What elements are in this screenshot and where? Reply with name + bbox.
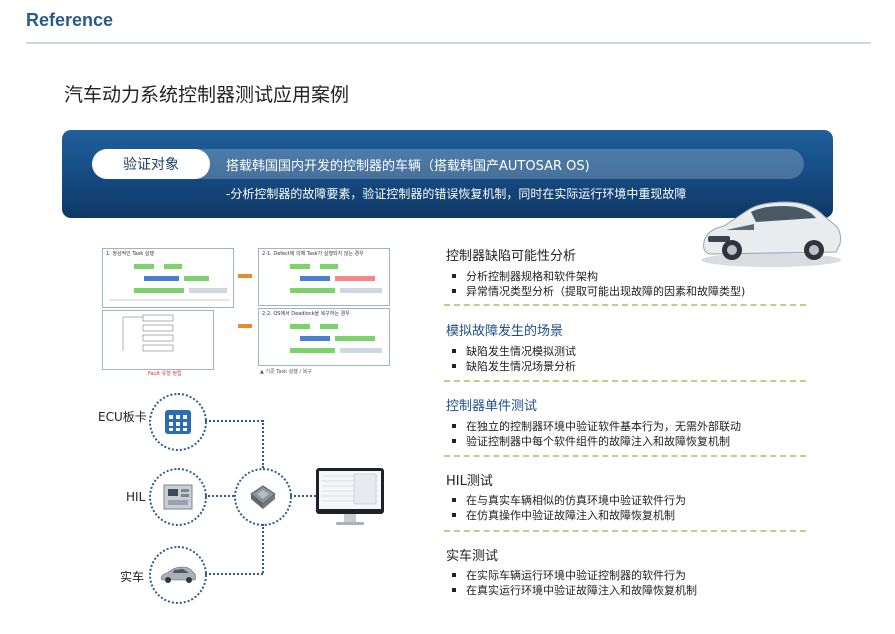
list-item: 缺陷发生情况模拟测试 (452, 343, 576, 359)
header-divider (26, 42, 871, 44)
deadlock-timeline (290, 324, 382, 353)
hil-node (149, 468, 207, 526)
list-item: 缺陷发生情况场景分析 (452, 358, 576, 374)
bullet-icon (452, 573, 456, 577)
defect-caption: 2-1. Defect에 의해 Task가 실행되지 않는 경우 (262, 251, 364, 257)
section-title-hil-test: HIL测试 (446, 474, 493, 489)
section-title-vehicle-test: 实车测试 (446, 549, 499, 564)
hil-label: HIL (126, 490, 146, 504)
section-title-fault-scenario: 模拟故障发生的场景 (446, 324, 564, 339)
normal-task-timeline (109, 264, 229, 301)
connector-line (205, 420, 263, 422)
arrow-icon (238, 324, 252, 328)
section-divider (444, 530, 806, 532)
list-item: 在真实运行环境中验证故障注入和故障恢复机制 (452, 582, 697, 598)
deadlock-recovery-panel: 2-2. OS에서 Deadlock을 복구하는 경우 (258, 308, 390, 366)
hil-rack-icon (163, 484, 193, 510)
bullet-icon (452, 439, 456, 443)
fault-type-tree (122, 314, 174, 352)
real-vehicle-label: 实车 (120, 570, 145, 584)
list-item: 在实际车辆运行环境中验证控制器的软件行为 (452, 567, 686, 583)
bullet-icon (452, 349, 456, 353)
section-divider (444, 304, 806, 306)
banner-main-text: 搭载韩国国内开发的控制器的车辆（搭载韩国产AUTOSAR OS) (226, 159, 590, 174)
verification-target-pill: 验证对象 (92, 149, 210, 179)
list-item: 异常情况类型分析（提取可能出现故障的因素和故障类型) (452, 283, 745, 299)
list-item: 验证控制器中每个软件组件的故障注入和故障恢复机制 (452, 433, 730, 449)
bullet-icon (452, 513, 456, 517)
bullet-icon (452, 424, 456, 428)
normal-task-caption: 1. 정상적인 Task 실행 (106, 251, 154, 257)
list-item: 在独立的控制器环境中验证软件基本行为，无需外部联动 (452, 418, 741, 434)
connector-line (290, 495, 316, 497)
list-item: 分析控制器规格和软件架构 (452, 268, 598, 284)
list-item: 在仿真操作中验证故障注入和故障恢复机制 (452, 507, 675, 523)
fault-type-panel (102, 310, 214, 370)
ecu-board-icon (165, 410, 191, 434)
defect-timeline (290, 264, 382, 293)
car-icon (160, 566, 196, 583)
bullet-icon (452, 289, 456, 293)
bullet-icon (452, 274, 456, 278)
diagram-legend: ▲ 기준 Task 실행 / 복구 (260, 369, 312, 375)
controller-chip-icon (250, 485, 276, 509)
connector-line (262, 420, 264, 468)
pc-monitor-icon (316, 468, 384, 525)
normal-task-panel: 1. 정상적인 Task 실행 (102, 248, 234, 308)
banner-sub-text: -分析控制器的故障要素，验证控制器的错误恢复机制，同时在实际运行环境中重现故障 (226, 187, 687, 201)
page-title: 汽车动力系统控制器测试应用案例 (64, 84, 350, 106)
section-divider (444, 455, 806, 457)
real-vehicle-node (149, 546, 207, 604)
arrow-icon (238, 274, 252, 278)
deadlock-caption: 2-2. OS에서 Deadlock을 복구하는 경우 (262, 311, 350, 317)
bullet-icon (452, 364, 456, 368)
ecu-board-node (149, 393, 207, 451)
header-title: Reference (26, 10, 114, 30)
connector-line (205, 495, 234, 497)
section-title-defect-analysis: 控制器缺陷可能性分析 (446, 249, 577, 264)
defect-panel: 2-1. Defect에 의해 Task가 실행되지 않는 경우 (258, 248, 390, 306)
section-divider (444, 380, 806, 382)
bullet-icon (452, 498, 456, 502)
fault-scenario-diagram: 1. 정상적인 Task 실행 2-1. Defect에 의해 Task가 실행… (100, 246, 390, 381)
bullet-icon (452, 588, 456, 592)
list-item: 在与真实车辆相似的仿真环境中验证软件行为 (452, 492, 686, 508)
ecu-board-label: ECU板卡 (98, 410, 147, 424)
controller-node (234, 468, 292, 526)
fault-type-label: Fault 유형 정립 (148, 371, 182, 377)
section-title-unit-test: 控制器单件测试 (446, 399, 538, 414)
connector-line (262, 524, 264, 573)
connector-line (205, 573, 263, 575)
car-image (701, 201, 841, 267)
